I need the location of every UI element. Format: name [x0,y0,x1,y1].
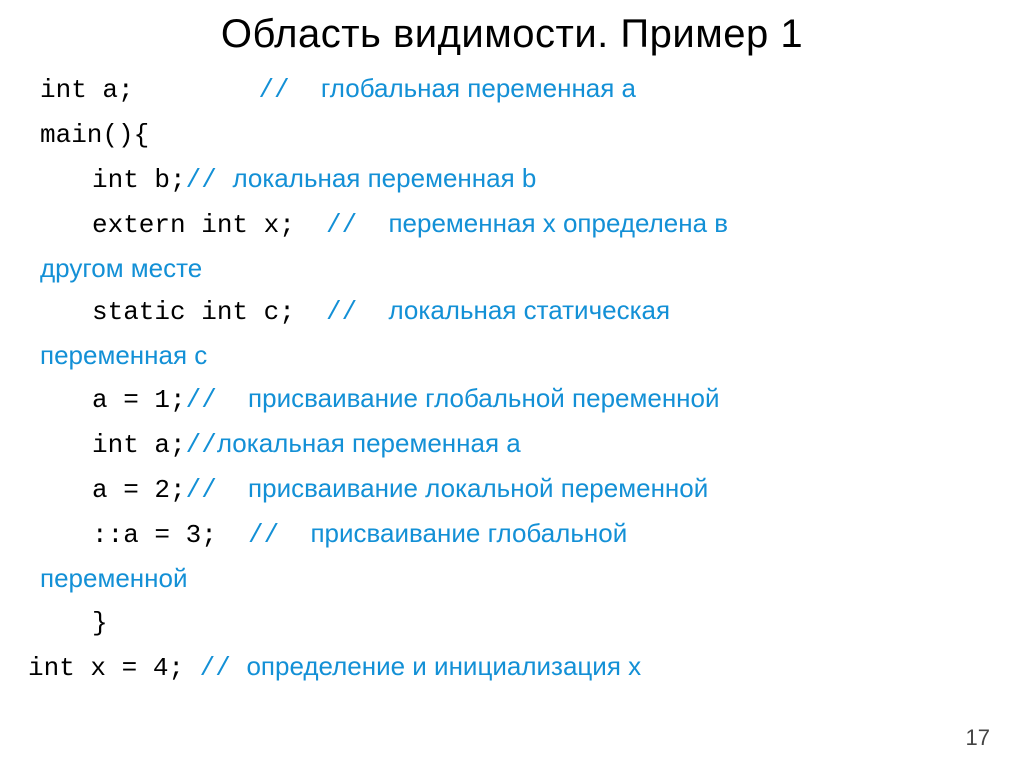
comment-text: переменная х определена в [388,208,728,238]
code-line-10: } [28,600,996,645]
comment-text: локальная переменная b [232,163,536,193]
comment-text-cont: другом месте [40,253,202,283]
code-line-6: a = 1;// присваивание глобальной перемен… [28,377,996,422]
code-text: int a; [92,430,186,460]
comment-slash: // [186,475,248,505]
code-line-4b: другом месте [28,247,996,290]
comment-slash: // [200,653,247,683]
comment-text-cont: переменная с [40,340,207,370]
code-line-2: main(){ [28,112,996,157]
code-line-3: int b;// локальная переменная b [28,157,996,202]
comment-slash: // [248,520,310,550]
code-line-9b: переменной [28,557,996,600]
code-text: int x = 4; [28,653,200,683]
code-line-5: static int c; // локальная статическая [28,289,996,334]
comment-slash: // [186,385,248,415]
comment-text-cont: переменной [40,563,188,593]
code-text: int b; [92,165,186,195]
comment-slash: // [326,210,388,240]
comment-text: присваивание локальной переменной [248,473,708,503]
slide-container: Область видимости. Пример 1 int a; // гл… [0,0,1024,767]
comment-text: локальная переменная а [217,428,521,458]
code-line-8: a = 2;// присваивание локальной переменн… [28,467,996,512]
comment-text: присваивание глобальной [310,518,627,548]
code-text: a = 2; [92,475,186,505]
code-text: extern int x; [92,210,326,240]
comment-text: локальная статическая [388,295,670,325]
code-text: a = 1; [92,385,186,415]
code-text: static int c; [92,297,326,327]
comment-slash: // [186,430,217,460]
code-line-1: int a; // глобальная переменная а [28,67,996,112]
code-line-5b: переменная с [28,334,996,377]
code-text: } [92,608,108,638]
comment-slash: // [186,165,233,195]
comment-slash: // [326,297,388,327]
code-text: main(){ [40,120,149,150]
code-body: int a; // глобальная переменная а main()… [28,67,996,689]
code-line-11: int x = 4; // определение и инициализаци… [28,645,996,690]
comment-text: определение и инициализация х [246,651,641,681]
code-text: ::a = 3; [92,520,248,550]
page-number: 17 [966,725,990,751]
slide-title: Область видимости. Пример 1 [28,12,996,57]
code-line-7: int a;//локальная переменная а [28,422,996,467]
code-line-9: ::a = 3; // присваивание глобальной [28,512,996,557]
code-text: int a; [40,75,258,105]
comment-text: глобальная переменная а [321,73,636,103]
comment-slash: // [258,75,320,105]
code-line-4: extern int x; // переменная х определена… [28,202,996,247]
comment-text: присваивание глобальной переменной [248,383,719,413]
